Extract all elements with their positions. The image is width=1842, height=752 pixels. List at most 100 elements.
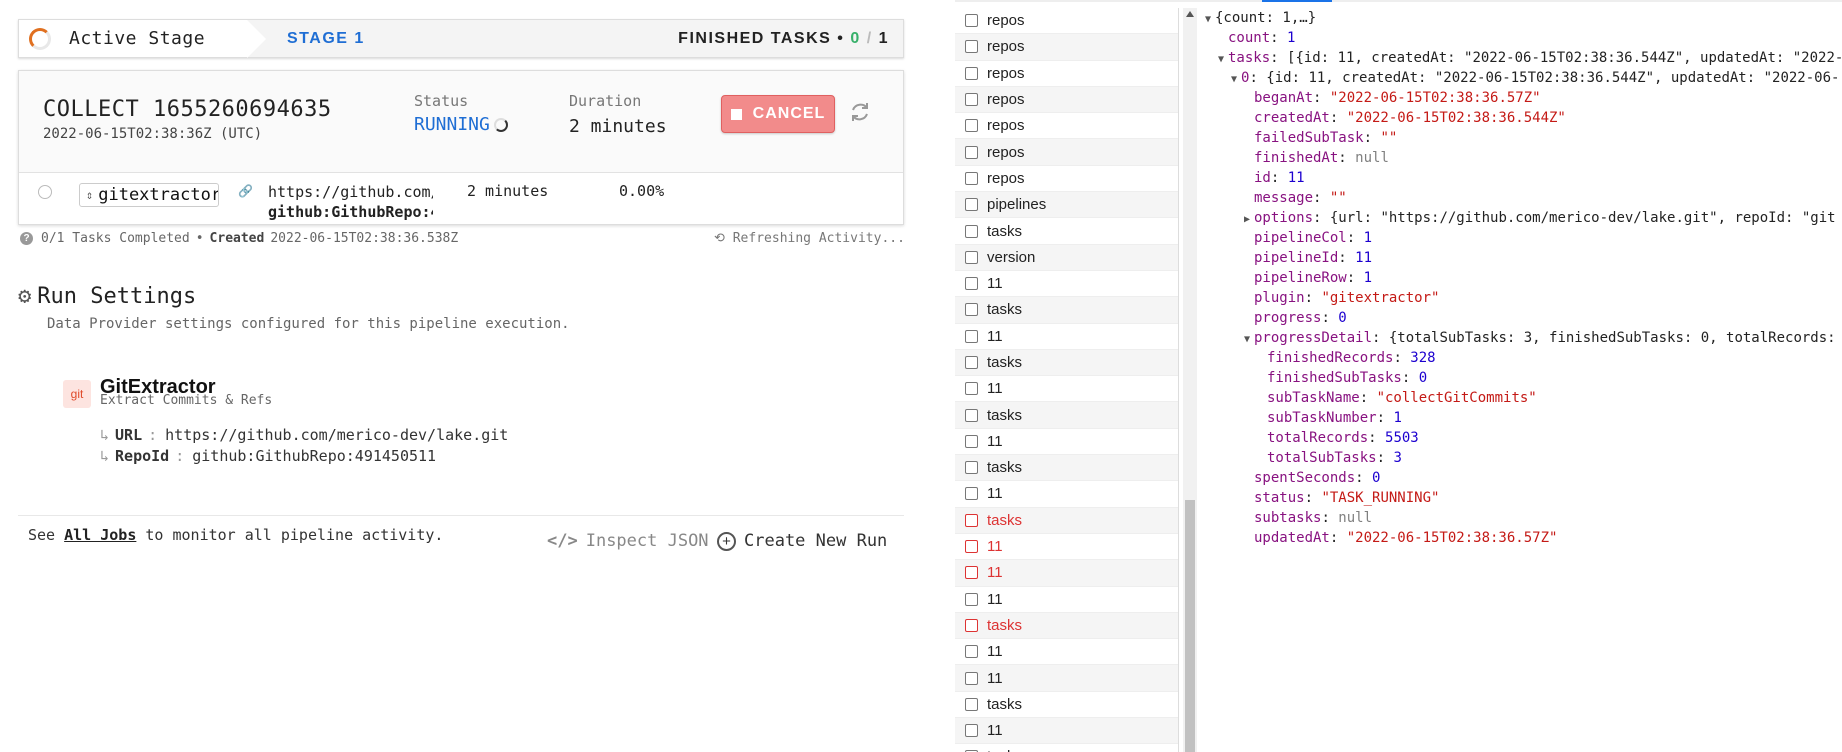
expand-triangle-icon[interactable]: ▼	[1231, 70, 1241, 90]
task-select-radio[interactable]	[38, 185, 52, 199]
checkbox-icon[interactable]	[965, 724, 978, 738]
checkbox-icon[interactable]	[965, 566, 978, 580]
checkbox-icon[interactable]	[965, 119, 978, 133]
checkbox-icon[interactable]	[965, 592, 978, 606]
checkbox-icon[interactable]	[965, 618, 978, 632]
request-row[interactable]: repos	[955, 166, 1178, 193]
inspect-json-label: Inspect JSON	[585, 531, 709, 551]
request-row[interactable]: tasks	[955, 218, 1178, 245]
checkbox-icon[interactable]	[965, 356, 978, 369]
checkbox-icon[interactable]	[965, 40, 978, 54]
inspect-json-button[interactable]: </> Inspect JSON	[547, 531, 709, 551]
checkbox-icon[interactable]	[965, 329, 978, 343]
expand-triangle-icon[interactable]: ▼	[1244, 330, 1254, 350]
json-token: createdAt	[1254, 110, 1330, 126]
request-name: tasks	[987, 616, 1023, 634]
request-row[interactable]: 11	[955, 718, 1178, 745]
plugin-selector[interactable]: ⇕ gitextractor	[79, 183, 219, 207]
json-token: 0	[1338, 310, 1347, 326]
checkbox-icon[interactable]	[965, 277, 978, 291]
cancel-button[interactable]: CANCEL	[721, 95, 835, 133]
request-name: 11	[987, 590, 1003, 608]
active-stage-section: Active Stage	[19, 20, 266, 58]
all-jobs-link[interactable]: All Jobs	[64, 526, 136, 544]
expand-triangle-icon[interactable]: ▼	[1205, 10, 1215, 30]
checkbox-icon[interactable]	[965, 382, 978, 396]
checkbox-icon[interactable]	[965, 697, 978, 711]
json-line[interactable]: ▼ 0: {id: 11, createdAt: "2022-06-15T02:3…	[1205, 68, 1842, 88]
task-row: ⇕ gitextractor 🔗 https://github.com/ git…	[19, 174, 903, 226]
request-row[interactable]: tasks	[955, 349, 1178, 377]
request-row[interactable]: 11	[955, 587, 1178, 613]
json-token: "2022-06-15T02:38:36.544Z"	[1346, 110, 1566, 126]
link-icon: 🔗	[238, 184, 253, 198]
request-row[interactable]: tasks	[955, 455, 1178, 482]
json-line: finishedAt: null	[1205, 148, 1842, 168]
request-row[interactable]: repos	[955, 61, 1178, 87]
create-new-run-button[interactable]: + Create New Run	[717, 531, 887, 551]
request-row[interactable]: repos	[955, 86, 1178, 114]
collapse-triangle-icon[interactable]: ▶	[1244, 210, 1254, 230]
checkbox-icon[interactable]	[965, 461, 978, 475]
scroll-up-arrow-icon[interactable]	[1186, 11, 1194, 17]
devtools-panel: repos repos repos repos repos repos repos pipel…	[955, 0, 1842, 752]
checkbox-icon[interactable]	[965, 145, 978, 159]
json-token: null	[1355, 150, 1389, 166]
checkbox-icon[interactable]	[965, 303, 978, 317]
checkbox-icon[interactable]	[965, 487, 978, 501]
json-line[interactable]: ▼ tasks: [{id: 11, createdAt: "2022-06-15…	[1205, 48, 1842, 68]
expand-triangle-icon[interactable]: ▼	[1218, 50, 1228, 70]
request-row[interactable]: tasks	[955, 612, 1178, 640]
checkbox-icon[interactable]	[965, 250, 978, 264]
request-list-scrollbar[interactable]	[1183, 8, 1197, 752]
json-line[interactable]: ▶ options: {url: "https://github.com/meri…	[1205, 208, 1842, 228]
checkbox-icon[interactable]	[965, 93, 978, 107]
request-name: version	[987, 248, 1036, 266]
scrollbar-thumb[interactable]	[1185, 500, 1195, 752]
json-token: :	[1329, 530, 1347, 546]
checkbox-icon[interactable]	[965, 66, 978, 80]
request-row[interactable]: repos	[955, 34, 1178, 61]
request-row[interactable]: 11	[955, 534, 1178, 561]
request-row[interactable]: tasks	[955, 297, 1178, 324]
request-row[interactable]: 11	[955, 481, 1178, 508]
option-value: github:GithubRepo:491450511	[192, 447, 437, 465]
request-row[interactable]: repos	[955, 113, 1178, 140]
json-line: subTaskName: "collectGitCommits"	[1205, 388, 1842, 408]
request-name: 11	[987, 327, 1003, 345]
request-row[interactable]: 11	[955, 324, 1178, 350]
request-row[interactable]: tasks	[955, 402, 1178, 429]
json-token: :	[1313, 190, 1330, 206]
checkbox-icon[interactable]	[965, 224, 978, 238]
json-line[interactable]: ▼ progressDetail: {totalSubTasks: 3, fini…	[1205, 328, 1842, 348]
refresh-icon[interactable]	[848, 100, 872, 124]
tasks-completed: 0/1 Tasks Completed	[41, 231, 190, 246]
checkbox-icon[interactable]	[965, 513, 978, 527]
request-row[interactable]: version	[955, 244, 1178, 271]
request-row[interactable]: 11	[955, 560, 1178, 587]
checkbox-icon[interactable]	[965, 540, 978, 554]
request-row[interactable]: 11	[955, 271, 1178, 298]
request-row[interactable]: 11	[955, 376, 1178, 403]
request-row[interactable]: repos	[955, 8, 1178, 35]
request-row[interactable]: tasks	[955, 692, 1178, 719]
request-row[interactable]: tasks	[955, 744, 1178, 752]
checkbox-icon[interactable]	[965, 408, 978, 422]
checkbox-icon[interactable]	[965, 645, 978, 659]
sub-arrow-icon: ↳	[100, 447, 110, 465]
json-line[interactable]: ▼ {count: 1,…}	[1205, 8, 1842, 28]
checkbox-icon[interactable]	[965, 14, 978, 28]
json-token: :	[1359, 390, 1377, 406]
request-row[interactable]: pipelines	[955, 192, 1178, 219]
json-token: :	[1321, 510, 1339, 526]
request-row[interactable]: 11	[955, 429, 1178, 456]
json-token: "collectGitCommits"	[1376, 390, 1537, 406]
checkbox-icon[interactable]	[965, 171, 978, 185]
checkbox-icon[interactable]	[965, 198, 978, 212]
request-row[interactable]: 11	[955, 639, 1178, 666]
request-row[interactable]: repos	[955, 139, 1178, 166]
checkbox-icon[interactable]	[965, 671, 978, 685]
checkbox-icon[interactable]	[965, 434, 978, 448]
request-row[interactable]: tasks	[955, 507, 1178, 534]
request-row[interactable]: 11	[955, 665, 1178, 692]
